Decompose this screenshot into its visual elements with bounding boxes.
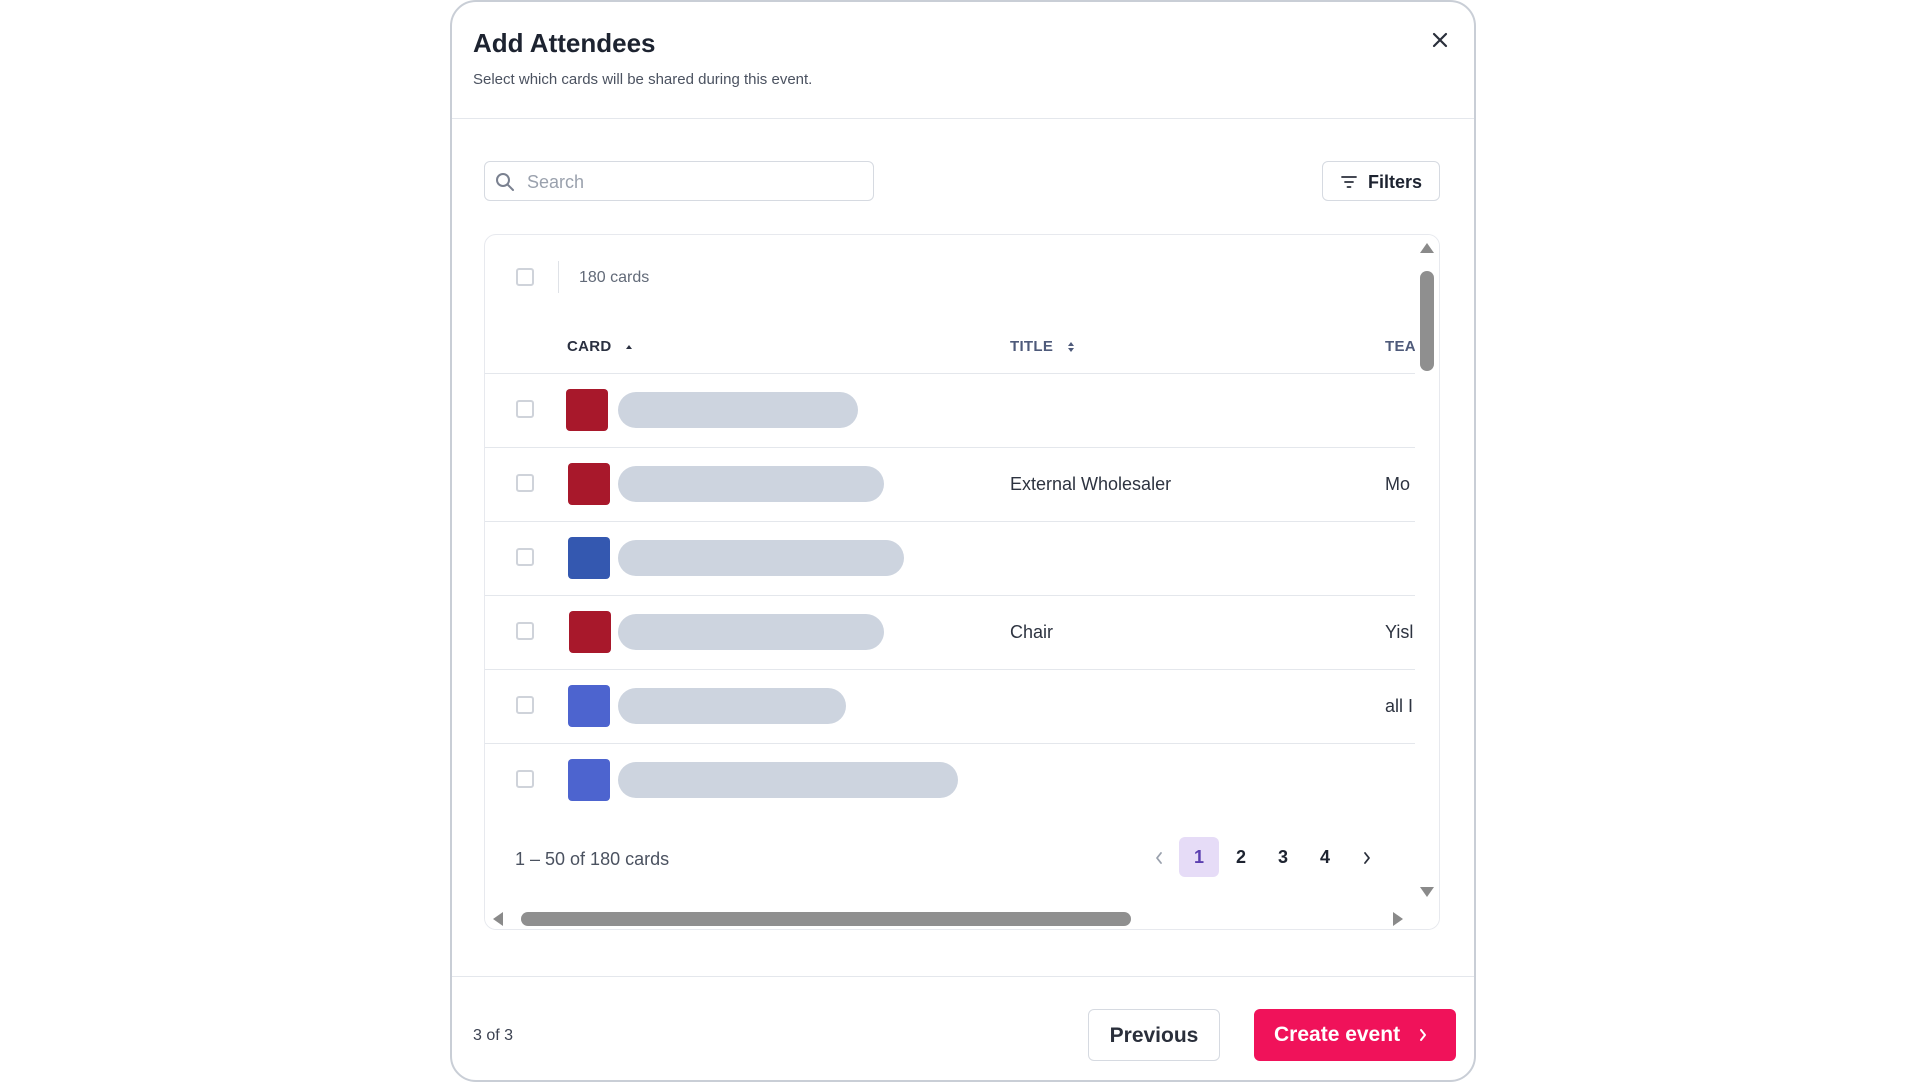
cell-team: Yisl: [1385, 622, 1414, 642]
column-label-team: TEA: [1385, 338, 1415, 355]
horizontal-scroll-thumb[interactable]: [521, 912, 1131, 926]
vertical-scrollbar[interactable]: [1415, 235, 1439, 907]
row-checkbox[interactable]: [516, 696, 534, 714]
table-row[interactable]: Chair Yisl: [485, 596, 1415, 670]
card-avatar: [568, 463, 610, 505]
pagination-prev-button[interactable]: [1145, 837, 1173, 877]
sort-icon: [1067, 342, 1074, 353]
cell-title: External Wholesaler: [1010, 474, 1172, 494]
column-header-card[interactable]: CARD: [567, 338, 634, 355]
create-event-button[interactable]: Create event: [1254, 1009, 1456, 1061]
search-input[interactable]: [525, 168, 859, 196]
chevron-right-icon: [1420, 1029, 1426, 1041]
close-button[interactable]: [1428, 28, 1452, 52]
row-checkbox[interactable]: [516, 548, 534, 566]
column-header-team[interactable]: TEA: [1385, 338, 1415, 355]
modal-subtitle: Select which cards will be shared during…: [473, 71, 813, 88]
card-count: 180 cards: [579, 269, 650, 286]
cell-title: Chair: [1010, 622, 1054, 642]
search-field[interactable]: [484, 161, 874, 201]
scroll-left-arrow-icon[interactable]: [491, 911, 505, 927]
pagination-page-3[interactable]: 3: [1263, 837, 1303, 877]
cards-table: 180 cards CARD TITLE TEA External Wholes…: [484, 234, 1440, 930]
table-row[interactable]: [485, 374, 1415, 448]
row-checkbox[interactable]: [516, 400, 534, 418]
filter-icon: [1341, 176, 1357, 188]
table-row[interactable]: all I: [485, 670, 1415, 744]
pagination-range: 1 – 50 of 180 cards: [515, 849, 670, 869]
step-indicator: 3 of 3: [473, 1027, 514, 1044]
row-checkbox[interactable]: [516, 622, 534, 640]
footer-divider: [452, 976, 1474, 977]
redacted-name: [618, 614, 884, 650]
close-icon: [1432, 32, 1448, 48]
chevron-right-icon: [1364, 852, 1370, 865]
redacted-name: [618, 540, 904, 576]
table-header: CARD TITLE TEA: [485, 320, 1415, 374]
pagination-page-1[interactable]: 1: [1179, 837, 1219, 877]
search-icon: [496, 173, 514, 191]
add-attendees-modal: Add Attendees Select which cards will be…: [450, 0, 1476, 1082]
filters-label: Filters: [1368, 172, 1423, 192]
scroll-down-arrow-icon[interactable]: [1419, 885, 1435, 899]
cell-team: Mo: [1385, 474, 1411, 494]
card-avatar: [566, 389, 608, 431]
table-scroll-area: 180 cards CARD TITLE TEA External Wholes…: [485, 235, 1415, 907]
row-checkbox[interactable]: [516, 474, 534, 492]
scroll-up-arrow-icon[interactable]: [1419, 241, 1435, 255]
chevron-left-icon: [1156, 852, 1162, 865]
cell-team: all I: [1385, 696, 1414, 716]
card-avatar: [569, 611, 611, 653]
row-checkbox[interactable]: [516, 770, 534, 788]
create-event-label: Create event: [1274, 1023, 1401, 1046]
redacted-name: [618, 392, 858, 428]
scroll-right-arrow-icon[interactable]: [1391, 911, 1405, 927]
column-header-title[interactable]: TITLE: [1010, 338, 1076, 355]
horizontal-scrollbar[interactable]: [485, 907, 1439, 929]
pagination-page-4[interactable]: 4: [1305, 837, 1345, 877]
divider: [558, 261, 559, 293]
card-avatar: [568, 685, 610, 727]
table-row[interactable]: External Wholesaler Mo: [485, 448, 1415, 522]
pagination-page-2[interactable]: 2: [1221, 837, 1261, 877]
vertical-scroll-thumb[interactable]: [1420, 271, 1434, 371]
modal-title: Add Attendees: [473, 28, 656, 58]
select-all-checkbox[interactable]: [516, 268, 534, 286]
modal-header: Add Attendees Select which cards will be…: [452, 2, 1474, 119]
redacted-name: [618, 466, 884, 502]
previous-label: Previous: [1109, 1024, 1199, 1047]
pagination-next-button[interactable]: [1347, 837, 1387, 877]
filters-button[interactable]: Filters: [1322, 161, 1440, 201]
sort-ascending-icon: [626, 345, 632, 350]
redacted-name: [618, 688, 846, 724]
table-row[interactable]: [485, 744, 1415, 818]
previous-button[interactable]: Previous: [1088, 1009, 1220, 1061]
redacted-name: [618, 762, 958, 798]
card-avatar: [568, 759, 610, 801]
card-avatar: [568, 537, 610, 579]
table-row[interactable]: [485, 522, 1415, 596]
column-label-card: CARD: [567, 338, 612, 355]
column-label-title: TITLE: [1010, 338, 1054, 355]
